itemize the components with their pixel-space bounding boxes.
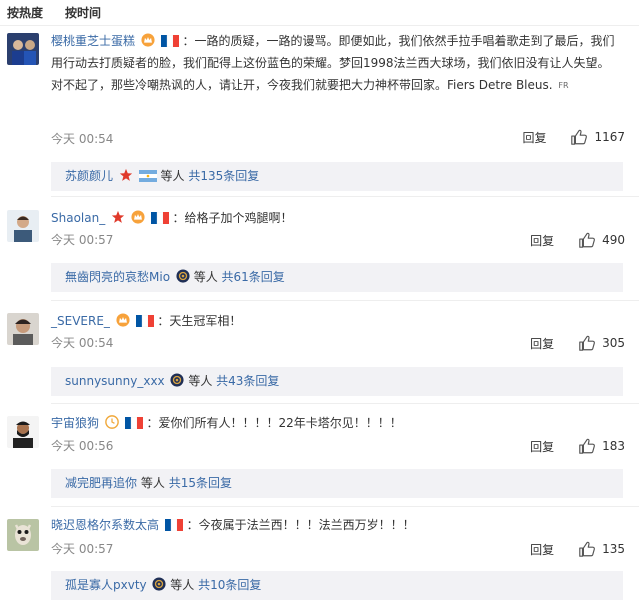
- reply-summary[interactable]: sunnysunny_xxx 等人 共43条回复: [51, 367, 623, 396]
- reply-user-name[interactable]: sunnysunny_xxx: [65, 374, 165, 388]
- reply-others-text: 等人: [140, 476, 165, 490]
- reply-user-name[interactable]: 苏颜颜儿: [65, 169, 113, 183]
- crown-icon: [141, 33, 155, 47]
- reply-button[interactable]: 回复: [522, 129, 570, 146]
- argentina-flag-icon: [139, 170, 157, 182]
- comment-time: 今天 00:57: [51, 233, 114, 247]
- reply-total-link[interactable]: 共61条回复: [222, 270, 285, 284]
- comment-actions: 回复 183: [530, 437, 625, 455]
- comment-text: ：给格子加个鸡腿啊！: [172, 211, 293, 225]
- reply-total-link[interactable]: 共43条回复: [216, 374, 279, 388]
- reply-others-text: 等人: [193, 270, 218, 284]
- reply-user-name[interactable]: 减完肥再追你: [65, 476, 137, 490]
- commenter-name[interactable]: Shaolan_: [51, 211, 105, 225]
- clock-icon: [105, 415, 119, 429]
- comment-item: 宇宙狼狗 ：爱你们所有人！！！！22年卡塔尔见！！！！ 今天 00:56 回复 …: [0, 406, 639, 506]
- reply-summary[interactable]: 孤是寡人pxvty 等人 共10条回复: [51, 571, 623, 600]
- reply-button[interactable]: 回复: [530, 438, 578, 455]
- comment-actions: 回复 490: [530, 231, 625, 249]
- divider: [51, 506, 639, 507]
- reply-others-text: 等人: [160, 169, 185, 183]
- comment-time: 今天 00:54: [51, 336, 114, 350]
- france-flag-icon: [151, 212, 169, 224]
- comment-item: Shaolan_ ：给格子加个鸡腿啊！ 今天 00:57 回复 490 無齒閃亮…: [0, 200, 639, 300]
- avatar[interactable]: [7, 519, 39, 551]
- comment-content: Shaolan_ ：给格子加个鸡腿啊！: [51, 207, 625, 229]
- reply-user-name[interactable]: 無齒閃亮的哀愁Mio: [65, 270, 170, 284]
- divider: [51, 196, 639, 197]
- like-button[interactable]: 135: [578, 540, 625, 558]
- comment-text: ：一路的质疑，一路的谩骂。即便如此，我们依然手拉手唱着歌走到了最后，我们用行动去…: [51, 34, 615, 92]
- comment-actions: 回复 135: [530, 540, 625, 558]
- france-flag-icon: [136, 315, 154, 327]
- comment-item: _SEVERE_ ：天生冠军相！ 今天 00:54 回复 305 sunnysu…: [0, 303, 639, 403]
- avatar[interactable]: [7, 313, 39, 345]
- crown-icon: [116, 313, 130, 327]
- reply-total-link[interactable]: 共135条回复: [188, 169, 259, 183]
- comment-actions: 回复 1167: [522, 128, 625, 146]
- like-button[interactable]: 305: [578, 334, 625, 352]
- commenter-name[interactable]: _SEVERE_: [51, 314, 110, 328]
- thumbs-up-icon: [578, 334, 596, 352]
- comment-text: ：今夜属于法兰西！！！法兰西万岁！！！: [186, 518, 415, 532]
- comment-time: 今天 00:56: [51, 439, 114, 453]
- round-badge-icon: [170, 373, 184, 387]
- comment-text: ：天生冠军相！: [157, 314, 242, 328]
- like-count: 490: [602, 233, 625, 247]
- divider: [51, 403, 639, 404]
- comment-item: 晓迟恩格尔系数太高 ：今夜属于法兰西！！！法兰西万岁！！！ 今天 00:57 回…: [0, 509, 639, 613]
- reply-total-link[interactable]: 共15条回复: [169, 476, 232, 490]
- france-flag-icon: [165, 519, 183, 531]
- like-button[interactable]: 1167: [570, 128, 625, 146]
- reply-button[interactable]: 回复: [530, 335, 578, 352]
- comment-actions: 回复 305: [530, 334, 625, 352]
- comment-content: _SEVERE_ ：天生冠军相！: [51, 310, 625, 332]
- like-count: 183: [602, 439, 625, 453]
- commenter-name[interactable]: 宇宙狼狗: [51, 416, 99, 430]
- thumbs-up-icon: [578, 437, 596, 455]
- comment-content: 晓迟恩格尔系数太高 ：今夜属于法兰西！！！法兰西万岁！！！: [51, 514, 625, 536]
- like-count: 305: [602, 336, 625, 350]
- star-icon: [111, 210, 125, 224]
- reply-button[interactable]: 回复: [530, 232, 578, 249]
- thumbs-up-icon: [570, 128, 588, 146]
- reply-total-link[interactable]: 共10条回复: [198, 578, 261, 592]
- reply-button[interactable]: 回复: [530, 541, 578, 558]
- avatar[interactable]: [7, 210, 39, 242]
- sort-bar: 按热度 按时间: [0, 0, 639, 26]
- comment-item: 樱桃重芝士蛋糕 ：一路的质疑，一路的谩骂。即便如此，我们依然手拉手唱着歌走到了最…: [0, 26, 639, 196]
- comment-time: 今天 00:57: [51, 542, 114, 556]
- crown-icon: [131, 210, 145, 224]
- comment-time: 今天 00:54: [51, 132, 114, 146]
- reply-summary[interactable]: 减完肥再追你 等人 共15条回复: [51, 469, 623, 498]
- reply-user-name[interactable]: 孤是寡人pxvty: [65, 578, 147, 592]
- avatar[interactable]: [7, 416, 39, 448]
- like-count: 1167: [594, 130, 625, 144]
- round-badge-icon: [152, 577, 166, 591]
- like-button[interactable]: 490: [578, 231, 625, 249]
- reply-summary[interactable]: 無齒閃亮的哀愁Mio 等人 共61条回复: [51, 263, 623, 292]
- sort-by-time-tab[interactable]: 按时间: [65, 4, 101, 21]
- sort-by-hot-tab[interactable]: 按热度: [7, 4, 43, 21]
- commenter-name[interactable]: 樱桃重芝士蛋糕: [51, 34, 135, 48]
- divider: [51, 300, 639, 301]
- comment-content: 宇宙狼狗 ：爱你们所有人！！！！22年卡塔尔见！！！！: [51, 412, 625, 434]
- comment-content: 樱桃重芝士蛋糕 ：一路的质疑，一路的谩骂。即便如此，我们依然手拉手唱着歌走到了最…: [51, 30, 625, 97]
- round-badge-icon: [176, 269, 190, 283]
- reply-summary[interactable]: 苏颜颜儿 等人 共135条回复: [51, 162, 623, 191]
- language-tag: FR: [558, 81, 569, 90]
- comment-text: ：爱你们所有人！！！！22年卡塔尔见！！！！: [146, 416, 402, 430]
- france-flag-icon: [161, 35, 179, 47]
- reply-others-text: 等人: [170, 578, 195, 592]
- thumbs-up-icon: [578, 231, 596, 249]
- like-button[interactable]: 183: [578, 437, 625, 455]
- like-count: 135: [602, 542, 625, 556]
- france-flag-icon: [125, 417, 143, 429]
- commenter-name[interactable]: 晓迟恩格尔系数太高: [51, 518, 159, 532]
- thumbs-up-icon: [578, 540, 596, 558]
- star-icon: [119, 168, 133, 182]
- avatar[interactable]: [7, 33, 39, 65]
- reply-others-text: 等人: [188, 374, 213, 388]
